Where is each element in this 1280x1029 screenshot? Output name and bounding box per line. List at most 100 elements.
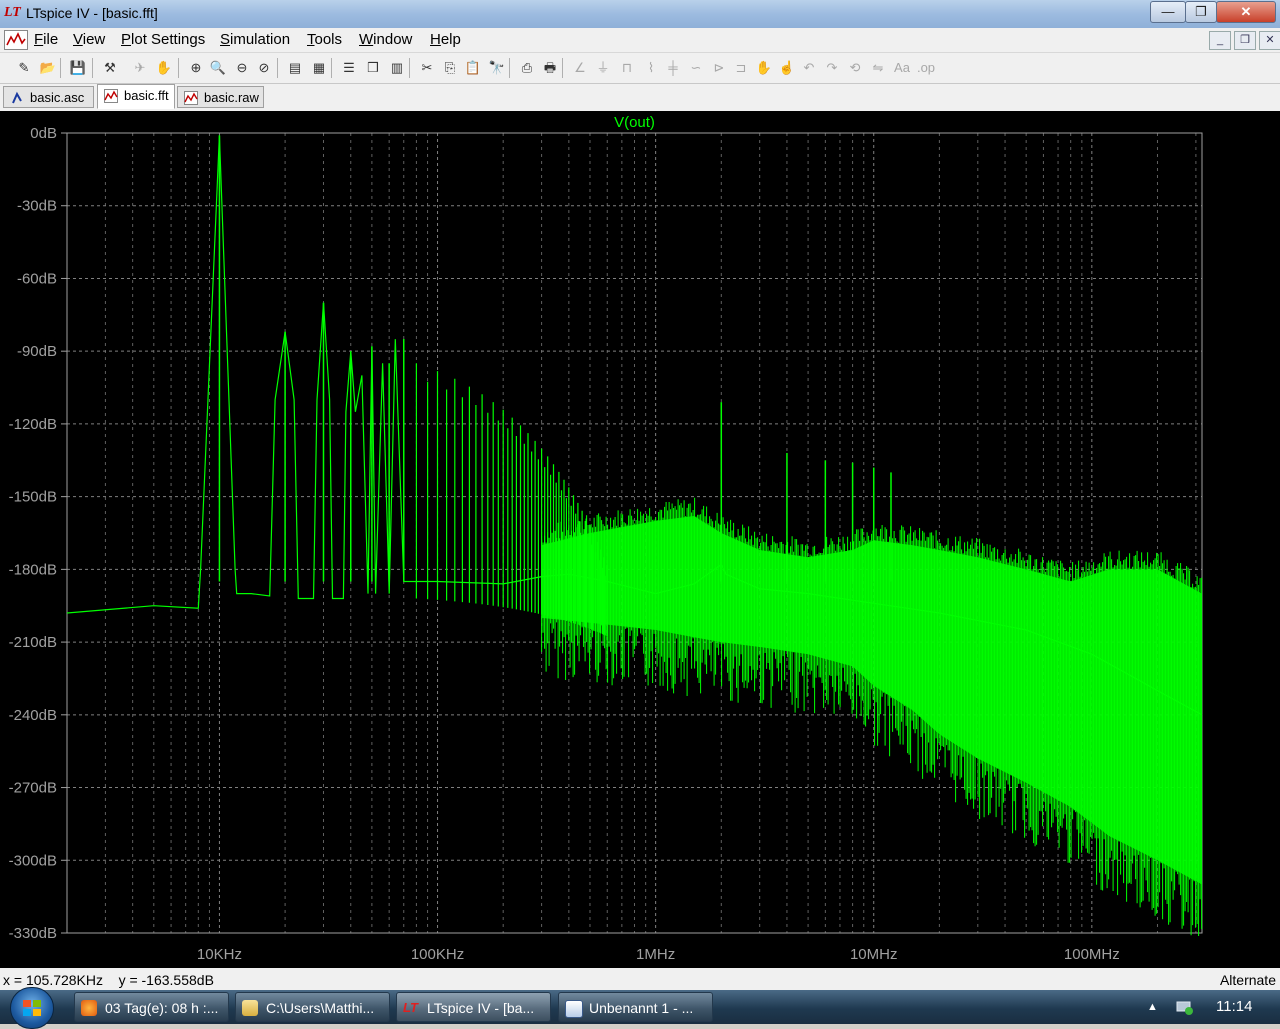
task-label: Unbenannt 1 - ... — [589, 1000, 694, 1016]
toolbar-separator — [277, 58, 278, 78]
menu-plot-settings[interactable]: Plot Settings — [121, 31, 205, 48]
pan-icon[interactable]: ✋ — [154, 58, 174, 78]
paste-icon[interactable]: 📋 — [463, 58, 483, 78]
y-tick-label: -270dB — [9, 780, 57, 797]
close-button[interactable]: ✕ — [1216, 1, 1276, 23]
menu-help[interactable]: Help — [430, 31, 461, 48]
toolbar-separator — [409, 58, 410, 78]
open-icon[interactable]: 📂 — [38, 58, 58, 78]
toolbar-separator — [509, 58, 510, 78]
tab-basic-fft[interactable]: basic.fft — [97, 84, 175, 109]
start-button[interactable] — [10, 987, 54, 1029]
spice-directive-icon[interactable]: .op — [916, 58, 936, 78]
copy-icon[interactable]: ⎘ — [440, 58, 460, 78]
tile-vertical-icon[interactable]: ▥ — [387, 58, 407, 78]
toolbar-separator — [562, 58, 563, 78]
menu-view[interactable]: View — [73, 31, 105, 48]
tile-horizontal-icon[interactable]: ☰ — [339, 58, 359, 78]
find-icon[interactable]: 🔭 — [487, 58, 507, 78]
minimize-button[interactable]: — — [1150, 1, 1186, 23]
new-schematic-icon[interactable]: ✎ — [14, 58, 34, 78]
window-title: LTspice IV - [basic.fft] — [26, 5, 158, 21]
noise-spikes — [541, 497, 1203, 936]
tab-label: basic.asc — [30, 90, 85, 105]
mdi-restore-button[interactable]: ❐ — [1234, 31, 1256, 50]
grid-icon[interactable]: ▦ — [309, 58, 329, 78]
document-icon — [565, 1000, 583, 1018]
waveform-document-icon[interactable] — [4, 30, 28, 50]
show-hidden-icons-button[interactable]: ▲ — [1147, 1001, 1158, 1013]
taskbar-item-firefox[interactable]: 03 Tag(e): 08 h :... — [74, 992, 229, 1022]
x-tick-label: 1MHz — [636, 946, 675, 963]
x-tick-label: 100MHz — [1064, 946, 1120, 963]
cut-icon[interactable]: ✂ — [417, 58, 437, 78]
resistor-icon[interactable]: ⌇ — [641, 58, 661, 78]
mdi-minimize-button[interactable]: _ — [1209, 31, 1231, 50]
run-icon[interactable]: ✈ — [130, 58, 150, 78]
zoom-area-icon[interactable]: 🔍 — [208, 58, 228, 78]
waveform-plot[interactable]: 10KHz 100KHz 1MHz 10MHz 100MHz 0dB -30dB -60dB -… — [0, 111, 1280, 968]
diode-icon[interactable]: ⊳ — [709, 58, 729, 78]
menu-tools[interactable]: Tools — [307, 31, 342, 48]
toolbar: ✎ 📂 💾 ⚒ ✈ ✋ ⊕ 🔍 ⊖ ⊘ ▤ ▦ ☰ ❒ ▥ ✂ ⎘ 📋 🔭 ⎙ 🖶 ∠ ⏚ ⊓ ⌇ ╪ ∽ ⊳ ⊐ ✋ ☝ ↶ ↷ ⟲ ⇋ Aa .op — [0, 53, 1280, 84]
menu-simulation[interactable]: Simulation — [220, 31, 290, 48]
toolbar-separator — [178, 58, 179, 78]
status-mode: Alternate — [1219, 972, 1276, 988]
undo-icon[interactable]: ↶ — [799, 58, 819, 78]
maximize-button[interactable]: ❐ — [1185, 1, 1217, 23]
control-panel-icon[interactable]: ⚒ — [100, 58, 120, 78]
zoom-in-icon[interactable]: ⊕ — [186, 58, 206, 78]
toolbar-separator — [92, 58, 93, 78]
print-icon[interactable]: 🖶 — [540, 58, 560, 78]
tab-label: basic.raw — [204, 90, 259, 105]
task-label: C:\Users\Matthi... — [266, 1000, 375, 1016]
trace-title: V(out) — [614, 114, 655, 131]
print-preview-icon[interactable]: ⎙ — [517, 58, 537, 78]
autorange-icon[interactable]: ▤ — [285, 58, 305, 78]
rotate-icon[interactable]: ⟲ — [845, 58, 865, 78]
waveform-icon — [184, 91, 198, 105]
y-tick-label: -300dB — [9, 852, 57, 869]
y-tick-label: -150dB — [9, 489, 57, 506]
tab-basic-asc[interactable]: basic.asc — [3, 86, 94, 108]
mirror-icon[interactable]: ⇋ — [868, 58, 888, 78]
taskbar: 03 Tag(e): 08 h :... C:\Users\Matthi... … — [0, 987, 1280, 1029]
menu-bar: File View Plot Settings Simulation Tools… — [0, 28, 1280, 53]
label-icon[interactable]: ⊓ — [617, 58, 637, 78]
task-label: LTspice IV - [ba... — [427, 1000, 535, 1016]
move-icon[interactable]: ✋ — [754, 58, 774, 78]
toolbar-separator — [60, 58, 61, 78]
title-bar[interactable]: LT LTspice IV - [basic.fft] — ❐ ✕ — [0, 0, 1280, 28]
tab-label: basic.fft — [124, 88, 169, 103]
folder-icon — [242, 1000, 258, 1016]
inductor-icon[interactable]: ∽ — [686, 58, 706, 78]
component-icon[interactable]: ⊐ — [731, 58, 751, 78]
taskbar-clock[interactable]: 11:14 — [1216, 998, 1252, 1015]
text-icon[interactable]: Aa — [892, 58, 912, 78]
y-tick-label: -240dB — [9, 707, 57, 724]
taskbar-item-explorer[interactable]: C:\Users\Matthi... — [235, 992, 390, 1022]
network-icon[interactable] — [1175, 998, 1195, 1016]
zoom-cancel-icon[interactable]: ⊘ — [254, 58, 274, 78]
save-icon[interactable]: 💾 — [68, 58, 88, 78]
zoom-out-icon[interactable]: ⊖ — [232, 58, 252, 78]
capacitor-icon[interactable]: ╪ — [663, 58, 683, 78]
wire-icon[interactable]: ∠ — [570, 58, 590, 78]
mdi-close-button[interactable]: ✕ — [1259, 31, 1280, 50]
menu-file[interactable]: File — [34, 31, 58, 48]
redo-icon[interactable]: ↷ — [822, 58, 842, 78]
y-tick-label: -90dB — [17, 343, 57, 360]
ltspice-icon: LT — [403, 1000, 418, 1015]
taskbar-item-writer[interactable]: Unbenannt 1 - ... — [558, 992, 713, 1022]
menu-window[interactable]: Window — [359, 31, 412, 48]
toolbar-separator — [331, 58, 332, 78]
tab-basic-raw[interactable]: basic.raw — [177, 86, 264, 108]
ground-icon[interactable]: ⏚ — [593, 58, 613, 78]
drag-icon[interactable]: ☝ — [777, 58, 797, 78]
task-label: 03 Tag(e): 08 h :... — [105, 1000, 219, 1016]
fft-chart[interactable]: 10KHz 100KHz 1MHz 10MHz 100MHz 0dB -30dB -60dB -… — [0, 111, 1280, 968]
cascade-icon[interactable]: ❒ — [363, 58, 383, 78]
ltspice-app-icon[interactable]: LT — [4, 6, 22, 20]
x-tick-label: 10KHz — [197, 946, 242, 963]
taskbar-item-ltspice[interactable]: LT LTspice IV - [ba... — [396, 992, 551, 1022]
